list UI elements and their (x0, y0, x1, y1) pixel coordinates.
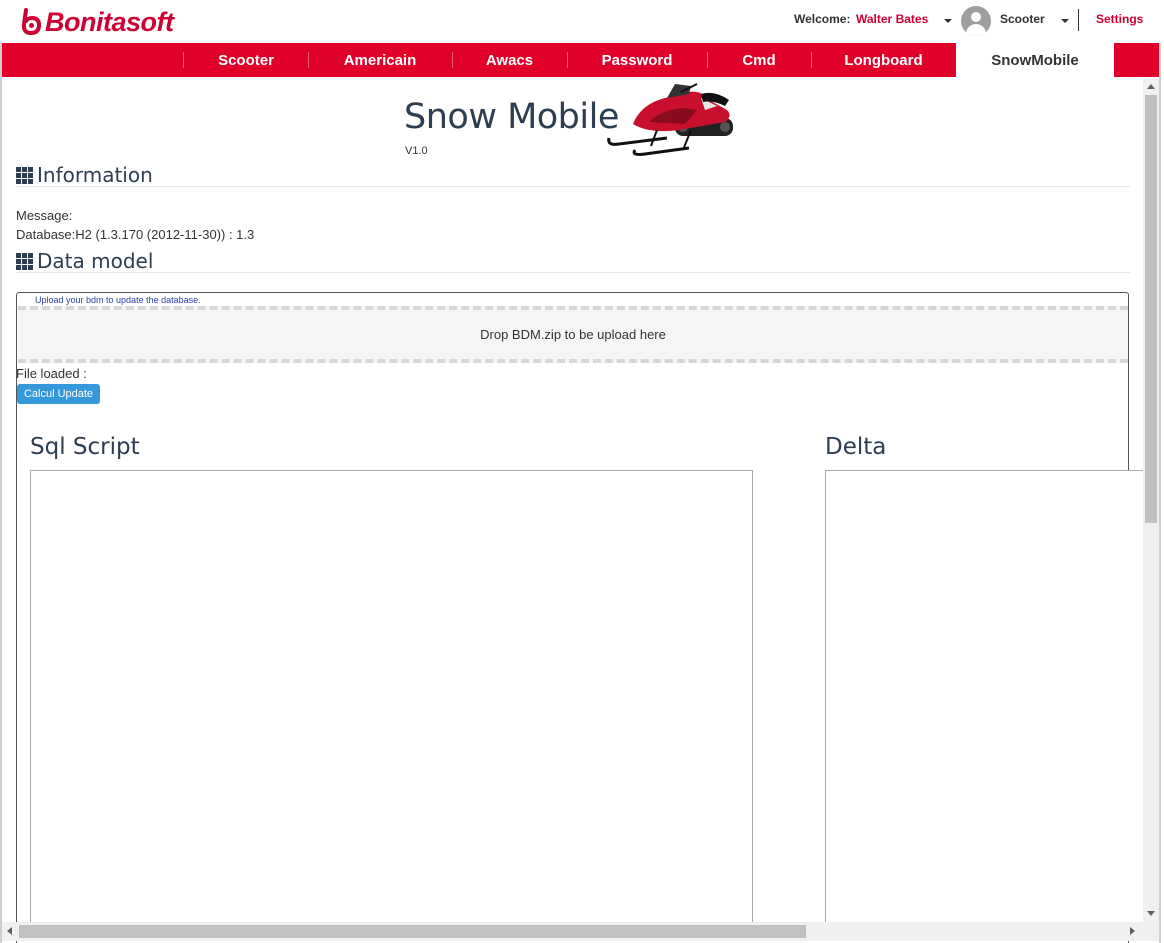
scroll-down-icon[interactable] (1147, 911, 1155, 916)
app-selector-name[interactable]: Scooter (1000, 12, 1045, 26)
tab-longboard[interactable]: Longboard (811, 43, 956, 77)
settings-link[interactable]: Settings (1096, 12, 1143, 26)
information-title: Information (37, 163, 153, 187)
bonitasoft-logo[interactable]: Bonitasoft (20, 6, 174, 38)
data-model-section-header: Data model (16, 249, 153, 273)
dropzone-label: Drop BDM.zip to be upload here (480, 327, 666, 342)
bdm-dropzone[interactable]: Drop BDM.zip to be upload here (18, 306, 1128, 363)
grid-icon (16, 166, 35, 184)
vertical-scrollbar[interactable] (1143, 79, 1159, 922)
tab-awacs[interactable]: Awacs (452, 43, 567, 77)
bonitasoft-logo-icon (21, 8, 42, 36)
welcome-label: Welcome: (794, 12, 851, 26)
snowmobile-image (607, 83, 733, 156)
window-frame-left (0, 43, 2, 943)
scrollbar-corner (1143, 922, 1159, 941)
scroll-right-icon[interactable] (1130, 927, 1135, 935)
divider (16, 186, 1130, 187)
page-title: Snow Mobile (404, 97, 619, 137)
chevron-down-icon[interactable] (1061, 19, 1069, 23)
sql-script-title: Sql Script (30, 434, 140, 460)
file-loaded-label: File loaded : (16, 366, 87, 381)
top-header: Bonitasoft Welcome: Walter Bates Scooter… (0, 0, 1164, 43)
data-model-title: Data model (37, 249, 154, 273)
tab-scooter[interactable]: Scooter (184, 43, 308, 77)
user-menu-name[interactable]: Walter Bates (856, 12, 928, 26)
sql-script-textarea[interactable] (30, 470, 753, 930)
scroll-left-icon[interactable] (7, 927, 12, 935)
divider (16, 272, 1130, 273)
horizontal-scrollbar[interactable] (2, 922, 1143, 941)
delta-textarea[interactable] (825, 470, 1143, 930)
version-label: V1.0 (405, 145, 428, 157)
user-avatar-icon[interactable] (961, 6, 991, 36)
vertical-scroll-thumb[interactable] (1145, 95, 1157, 523)
horizontal-scroll-thumb[interactable] (19, 925, 806, 938)
window-frame-right (1159, 43, 1161, 943)
app-tab-bar: Scooter Americain Awacs Password Cmd Lon… (2, 43, 1159, 77)
information-section-header: Information (16, 163, 153, 187)
calcul-update-button[interactable]: Calcul Update (17, 384, 100, 404)
tab-cmd[interactable]: Cmd (707, 43, 811, 77)
message-label: Message: (16, 208, 73, 223)
delta-title: Delta (825, 434, 887, 460)
chevron-down-icon[interactable] (944, 19, 952, 23)
scroll-up-icon[interactable] (1147, 84, 1155, 89)
brand-name: Bonitasoft (45, 6, 174, 37)
header-divider (1078, 9, 1079, 31)
tab-americain[interactable]: Americain (308, 43, 452, 77)
tab-password[interactable]: Password (567, 43, 707, 77)
upload-hint: Upload your bdm to update the database. (35, 295, 201, 305)
database-info: Database:H2 (1.3.170 (2012-11-30)) : 1.3 (16, 227, 255, 242)
grid-icon (16, 252, 35, 270)
tab-snowmobile[interactable]: SnowMobile (956, 43, 1114, 77)
